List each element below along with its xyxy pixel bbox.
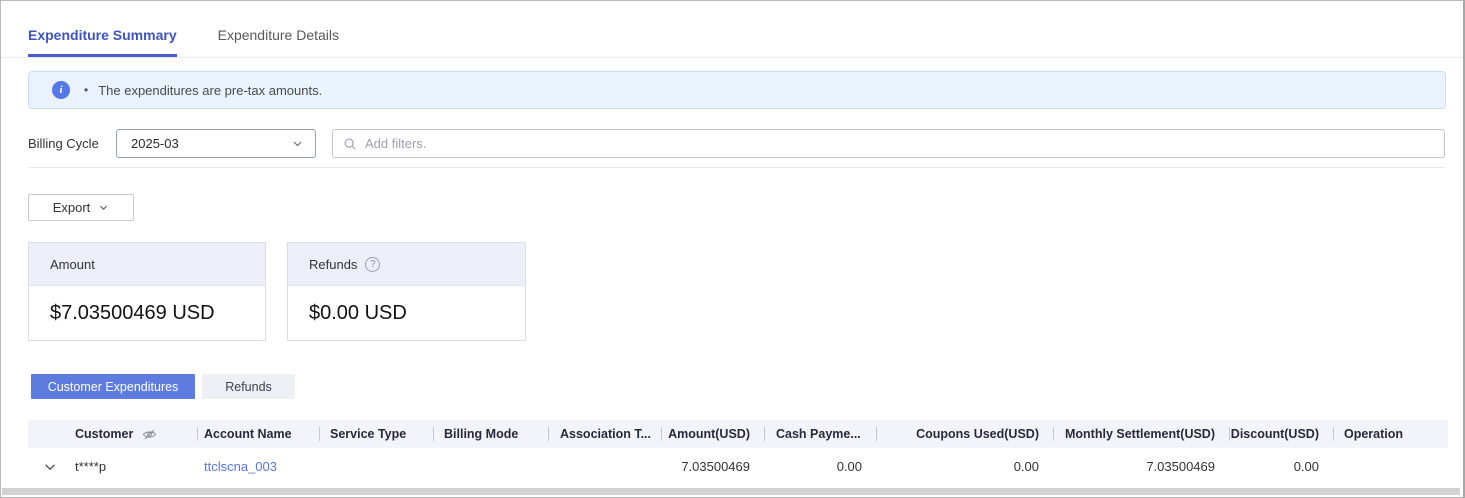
row-billing-mode	[433, 448, 548, 485]
header-monthly-settlement: Monthly Settlement(USD)	[1053, 420, 1229, 448]
tab-refunds[interactable]: Refunds	[202, 374, 295, 399]
eye-off-icon[interactable]	[142, 427, 157, 442]
info-banner: i • The expenditures are pre-tax amounts…	[28, 71, 1446, 109]
table-section-tabs: Customer Expenditures Refunds	[31, 374, 1463, 399]
summary-cards: Amount $7.03500469 USD Refunds ? $0.00 U…	[28, 242, 1463, 341]
search-icon	[343, 137, 357, 151]
expenditures-table: Customer Account Name Service Type Billi…	[28, 420, 1448, 485]
header-customer: Customer	[71, 420, 197, 448]
row-coupons-used: 0.00	[876, 448, 1053, 485]
billing-cycle-value: 2025-03	[131, 136, 179, 151]
row-discount: 0.00	[1229, 448, 1333, 485]
chevron-down-icon	[98, 202, 109, 213]
refunds-card-header: Refunds ?	[288, 243, 525, 286]
filter-row: Billing Cycle 2025-03	[28, 129, 1445, 158]
info-icon: i	[52, 81, 70, 99]
amount-card-header: Amount	[29, 243, 265, 286]
header-operation: Operation	[1333, 420, 1448, 448]
tab-expenditure-summary[interactable]: Expenditure Summary	[28, 27, 177, 57]
section-divider	[28, 167, 1445, 168]
export-button[interactable]: Export	[28, 194, 134, 221]
row-account-name: ttclscna_003	[197, 448, 319, 485]
help-icon[interactable]: ?	[365, 257, 380, 272]
refunds-card-value: $0.00 USD	[288, 286, 525, 325]
refunds-card-title: Refunds	[309, 257, 357, 272]
header-expand-column	[28, 420, 71, 448]
horizontal-scrollbar[interactable]	[2, 488, 1460, 495]
header-billing-mode: Billing Mode	[433, 420, 548, 448]
header-discount: Discount(USD)	[1229, 420, 1333, 448]
refunds-card: Refunds ? $0.00 USD	[287, 242, 526, 341]
header-account-name: Account Name	[197, 420, 319, 448]
billing-cycle-label: Billing Cycle	[28, 136, 116, 151]
billing-cycle-select[interactable]: 2025-03	[116, 129, 316, 158]
header-service-type: Service Type	[319, 420, 433, 448]
export-label: Export	[53, 200, 91, 215]
expand-row-icon[interactable]	[43, 460, 57, 474]
row-customer: t****p	[71, 448, 197, 485]
header-association-type: Association T...	[548, 420, 661, 448]
row-operation	[1333, 448, 1448, 485]
page-tabbar: Expenditure Summary Expenditure Details	[1, 1, 1463, 58]
chevron-down-icon	[291, 137, 304, 150]
row-monthly-settlement: 7.03500469	[1053, 448, 1229, 485]
table-row: t****p ttclscna_003 7.03500469 0.00 0.00…	[28, 448, 1448, 485]
row-association-type	[548, 448, 661, 485]
row-cash-payment: 0.00	[764, 448, 876, 485]
row-service-type	[319, 448, 433, 485]
amount-card-value: $7.03500469 USD	[29, 286, 265, 325]
tab-customer-expenditures[interactable]: Customer Expenditures	[31, 374, 195, 399]
header-cash-payment: Cash Payme...	[764, 420, 876, 448]
banner-text: The expenditures are pre-tax amounts.	[98, 83, 322, 98]
row-amount: 7.03500469	[661, 448, 764, 485]
row-expand-cell	[28, 448, 71, 485]
amount-card: Amount $7.03500469 USD	[28, 242, 266, 341]
search-input[interactable]	[365, 136, 1434, 151]
header-amount: Amount(USD)	[661, 420, 764, 448]
amount-card-title: Amount	[50, 257, 95, 272]
filter-search[interactable]	[332, 129, 1445, 158]
table-header-row: Customer Account Name Service Type Billi…	[28, 420, 1448, 448]
bullet-icon: •	[84, 83, 88, 97]
account-name-link[interactable]: ttclscna_003	[204, 459, 277, 474]
header-coupons-used: Coupons Used(USD)	[876, 420, 1053, 448]
expenditure-summary-page: Expenditure Summary Expenditure Details …	[0, 0, 1465, 498]
tab-expenditure-details[interactable]: Expenditure Details	[218, 27, 339, 57]
